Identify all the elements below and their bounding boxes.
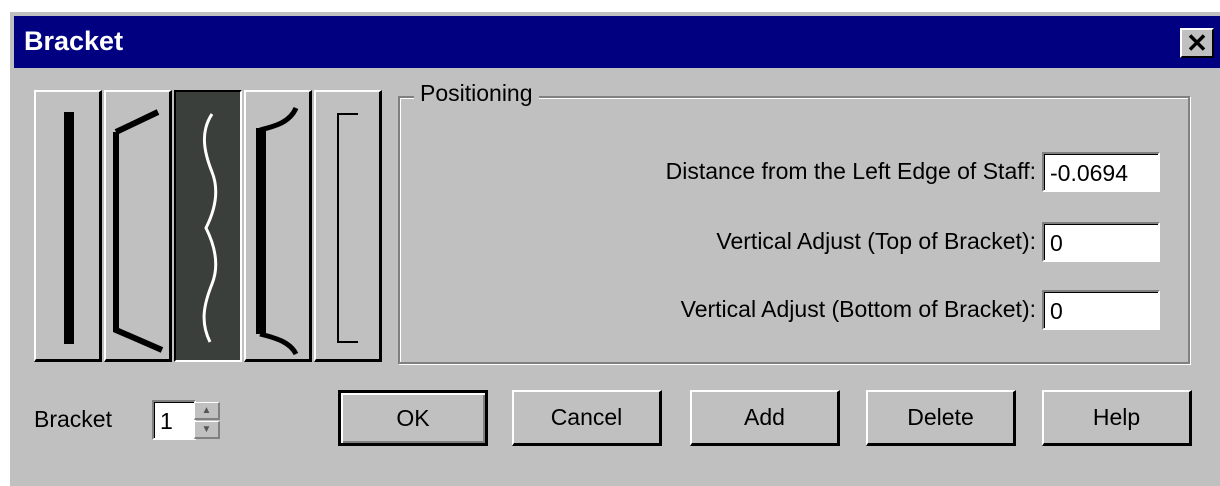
add-button[interactable]: Add [690,390,840,446]
title-bar[interactable]: Bracket ✕ [14,16,1220,68]
thick-line-icon [64,112,74,344]
bracket-spinner-label: Bracket [34,406,112,432]
bracket-style-thick-bracket[interactable] [244,90,312,362]
thin-bracket-icon [337,113,358,343]
bracket-style-thick-line[interactable] [34,90,102,362]
delete-button[interactable]: Delete [866,390,1016,446]
vertical-top-label: Vertical Adjust (Top of Bracket): [716,228,1036,254]
thick-bracket-icon [256,106,299,356]
distance-label: Distance from the Left Edge of Staff: [665,158,1036,184]
bracket-with-hooks-icon [113,109,164,353]
vertical-bottom-label: Vertical Adjust (Bottom of Bracket): [680,296,1036,322]
vertical-bottom-input[interactable]: 0 [1042,290,1160,330]
bracket-style-curly[interactable] [174,90,242,362]
ok-button[interactable]: OK [338,390,488,446]
arrow-down-icon: ▼ [201,424,212,435]
spin-down-button[interactable]: ▼ [194,421,220,439]
close-button[interactable]: ✕ [1180,28,1214,58]
bracket-style-palette [34,90,382,362]
spin-up-button[interactable]: ▲ [194,402,220,420]
distance-input[interactable]: -0.0694 [1042,152,1160,192]
positioning-group-label: Positioning [414,80,539,107]
cancel-button[interactable]: Cancel [512,390,662,446]
bracket-number-input[interactable]: 1 [152,400,196,440]
bracket-style-hooked[interactable] [104,90,172,362]
close-icon: ✕ [1186,28,1208,58]
dialog-title: Bracket [24,26,124,56]
bracket-style-thin-bracket[interactable] [314,90,382,362]
help-button[interactable]: Help [1042,390,1192,446]
arrow-up-icon: ▲ [201,405,212,416]
vertical-top-input[interactable]: 0 [1042,222,1160,262]
curly-brace-icon [202,113,218,343]
